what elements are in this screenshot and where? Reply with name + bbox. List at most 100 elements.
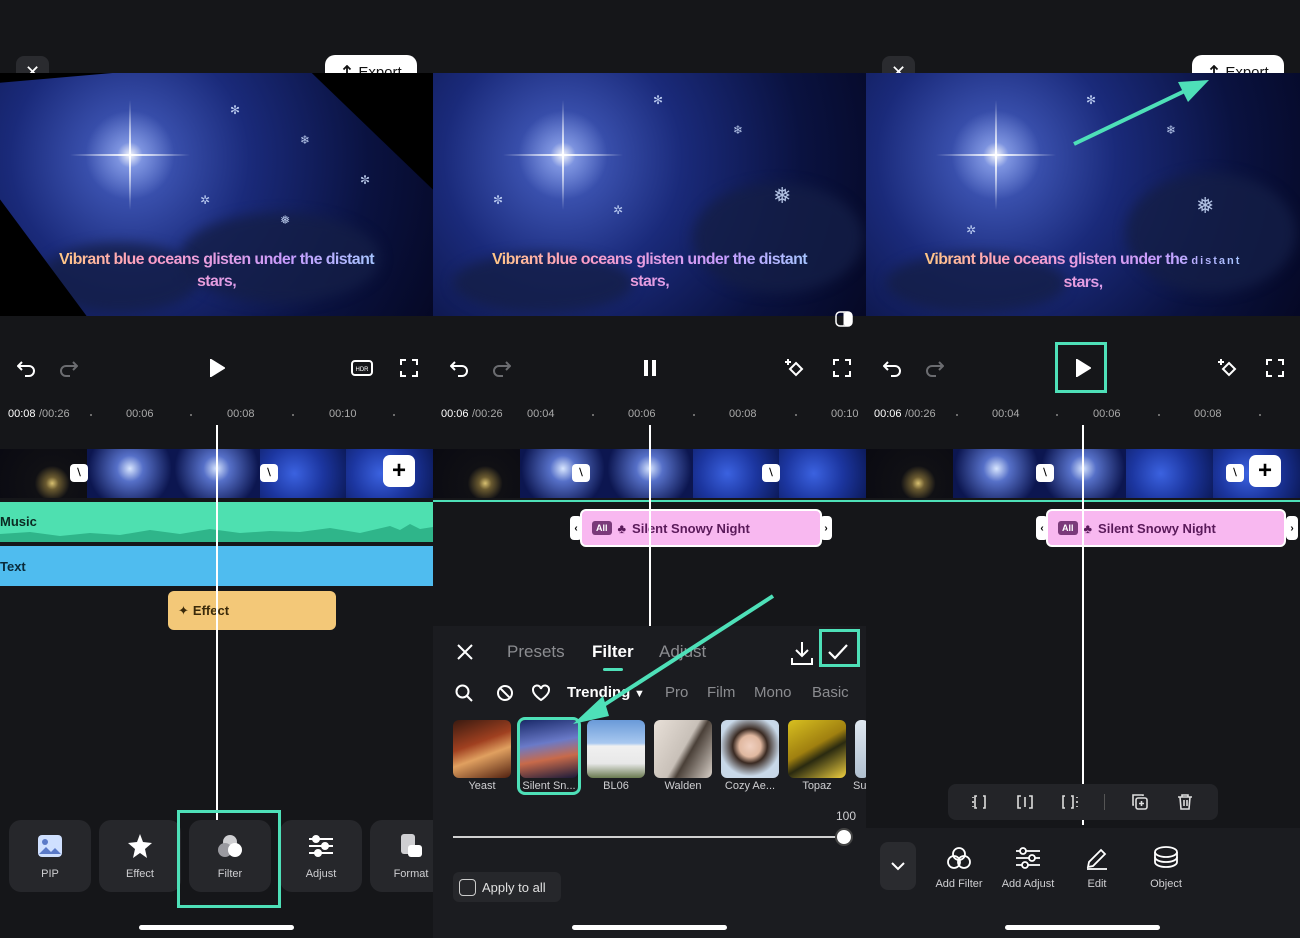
undo-button[interactable]: [13, 354, 41, 382]
search-button[interactable]: [455, 684, 473, 706]
svg-text:HDR: HDR: [356, 367, 370, 373]
sparkle-icon: [128, 834, 152, 858]
intensity-slider[interactable]: [453, 828, 853, 846]
split-left-icon: [972, 795, 986, 809]
compare-icon: [835, 311, 853, 327]
ruler-tick: 00:08: [1194, 408, 1222, 420]
undo-button[interactable]: [879, 354, 907, 382]
transition-button[interactable]: ⧵: [572, 464, 590, 482]
image-icon: [38, 835, 62, 857]
fullscreen-button[interactable]: [1261, 354, 1289, 382]
panel-filter-select: ✻ ❄ ❅ ✲ ✼ Vibrant blue oceans glisten un…: [433, 0, 866, 938]
object-button[interactable]: Object: [1133, 846, 1199, 890]
clip-handle-right[interactable]: ›: [820, 516, 832, 540]
tool-adjust[interactable]: Adjust: [280, 820, 362, 892]
fullscreen-icon: [400, 359, 418, 377]
undo-icon: [883, 361, 901, 377]
ruler-tick: 00:10: [329, 408, 357, 420]
redo-icon: [926, 361, 944, 377]
redo-icon: [60, 361, 78, 377]
add-clip-button[interactable]: +: [1249, 455, 1281, 487]
fullscreen-icon: [833, 359, 851, 377]
clip-handle-right[interactable]: ›: [1286, 516, 1298, 540]
slider-knob[interactable]: [835, 828, 853, 846]
trash-icon: [1178, 794, 1192, 810]
favorites-button[interactable]: [532, 684, 550, 706]
total-time: /00:26: [905, 408, 936, 420]
category-basic[interactable]: Basic: [812, 684, 849, 701]
highlight-box: [177, 810, 281, 908]
tool-format[interactable]: Format: [370, 820, 433, 892]
split-right-icon: [1062, 795, 1078, 809]
undo-icon: [17, 361, 35, 377]
home-indicator: [1005, 925, 1160, 930]
compare-button[interactable]: [835, 311, 853, 327]
ruler-tick: 00:08: [729, 408, 757, 420]
hdr-button[interactable]: HDR: [348, 354, 376, 382]
apply-to-all-checkbox[interactable]: Apply to all: [453, 872, 561, 902]
transition-button[interactable]: ⧵: [762, 464, 780, 482]
playhead[interactable]: [1082, 425, 1084, 825]
chevron-down-icon: [891, 862, 905, 871]
no-filter-button[interactable]: [496, 684, 514, 706]
keyframe-icon: [1218, 359, 1237, 377]
download-icon: [791, 642, 813, 665]
pause-icon: [644, 360, 656, 376]
time-ruler[interactable]: 00:06 /00:26 00:04 00:06 00:08: [866, 405, 1300, 425]
layers-icon: [1154, 846, 1178, 868]
filter-icon: ♣: [617, 520, 627, 536]
sparkle-icon: ✦: [178, 602, 189, 618]
transition-button[interactable]: ⧵: [70, 464, 88, 482]
undo-button[interactable]: [446, 354, 474, 382]
time-ruler[interactable]: 00:08 /00:26 00:06 00:08 00:10: [0, 405, 433, 425]
ruler-tick: 00:04: [992, 408, 1020, 420]
fullscreen-button[interactable]: [395, 354, 423, 382]
video-preview[interactable]: ✻ ❄ ✲ ✼ ❅ Vibrant blue oceans glisten un…: [0, 73, 433, 316]
keyframe-button[interactable]: [1214, 354, 1242, 382]
bottom-toolbar: Add Filter Add Adjust Edit Object: [866, 828, 1300, 938]
transition-button[interactable]: ⧵: [1226, 464, 1244, 482]
redo-button[interactable]: [920, 354, 948, 382]
undo-icon: [450, 361, 468, 377]
collapse-button[interactable]: [880, 842, 916, 890]
keyframe-button[interactable]: [781, 354, 809, 382]
home-indicator: [139, 925, 294, 930]
transition-button[interactable]: ⧵: [1036, 464, 1054, 482]
pause-button[interactable]: [636, 354, 664, 382]
ruler-tick: 00:06: [1093, 408, 1121, 420]
download-button[interactable]: [790, 640, 814, 666]
clip-edit-toolbar: [948, 784, 1218, 820]
search-icon: [455, 684, 473, 702]
split-right-button[interactable]: [1060, 792, 1080, 812]
split-button[interactable]: [1015, 792, 1035, 812]
fullscreen-button[interactable]: [828, 354, 856, 382]
add-adjust-button[interactable]: Add Adjust: [995, 846, 1061, 890]
add-clip-button[interactable]: +: [383, 455, 415, 487]
annotation-arrow: [573, 594, 775, 724]
ban-icon: [497, 685, 513, 701]
play-button[interactable]: [203, 354, 231, 382]
playhead[interactable]: [216, 425, 218, 820]
sliders-icon: [309, 835, 333, 857]
delete-button[interactable]: [1175, 792, 1195, 812]
tool-effect[interactable]: Effect: [99, 820, 181, 892]
time-ruler[interactable]: 00:06 /00:26 00:04 00:06 00:08 00:10: [433, 405, 866, 425]
filter-list: Yeast Silent Sn... BL06 Walden Cozy Ae..…: [453, 717, 866, 800]
effect-clip[interactable]: ✦ Effect: [168, 591, 336, 630]
panel-filter-entry: ✕ Export ✻ ❄ ✲ ✼ ❅ Vibrant blue oceans g…: [0, 0, 433, 938]
sliders-icon: [1016, 847, 1040, 869]
video-preview[interactable]: ✻ ❄ ❅ ✲ ✼ Vibrant blue oceans glisten un…: [433, 73, 866, 316]
split-left-button[interactable]: [970, 792, 990, 812]
edit-button[interactable]: Edit: [1064, 846, 1130, 890]
tab-presets[interactable]: Presets: [507, 642, 565, 662]
filter-clip[interactable]: All ♣ Silent Snowy Night: [580, 509, 822, 547]
tool-pip[interactable]: PIP: [9, 820, 91, 892]
transition-button[interactable]: ⧵: [260, 464, 278, 482]
current-time: 00:08: [8, 408, 36, 420]
redo-button[interactable]: [487, 354, 515, 382]
close-sheet-button[interactable]: [455, 642, 477, 664]
add-filter-button[interactable]: Add Filter: [926, 846, 992, 890]
panel-export: ✕ Export ✻ ❄ ❅ ✲ Vibrant blue oceans gli…: [866, 0, 1300, 938]
redo-button[interactable]: [54, 354, 82, 382]
duplicate-button[interactable]: [1130, 792, 1150, 812]
